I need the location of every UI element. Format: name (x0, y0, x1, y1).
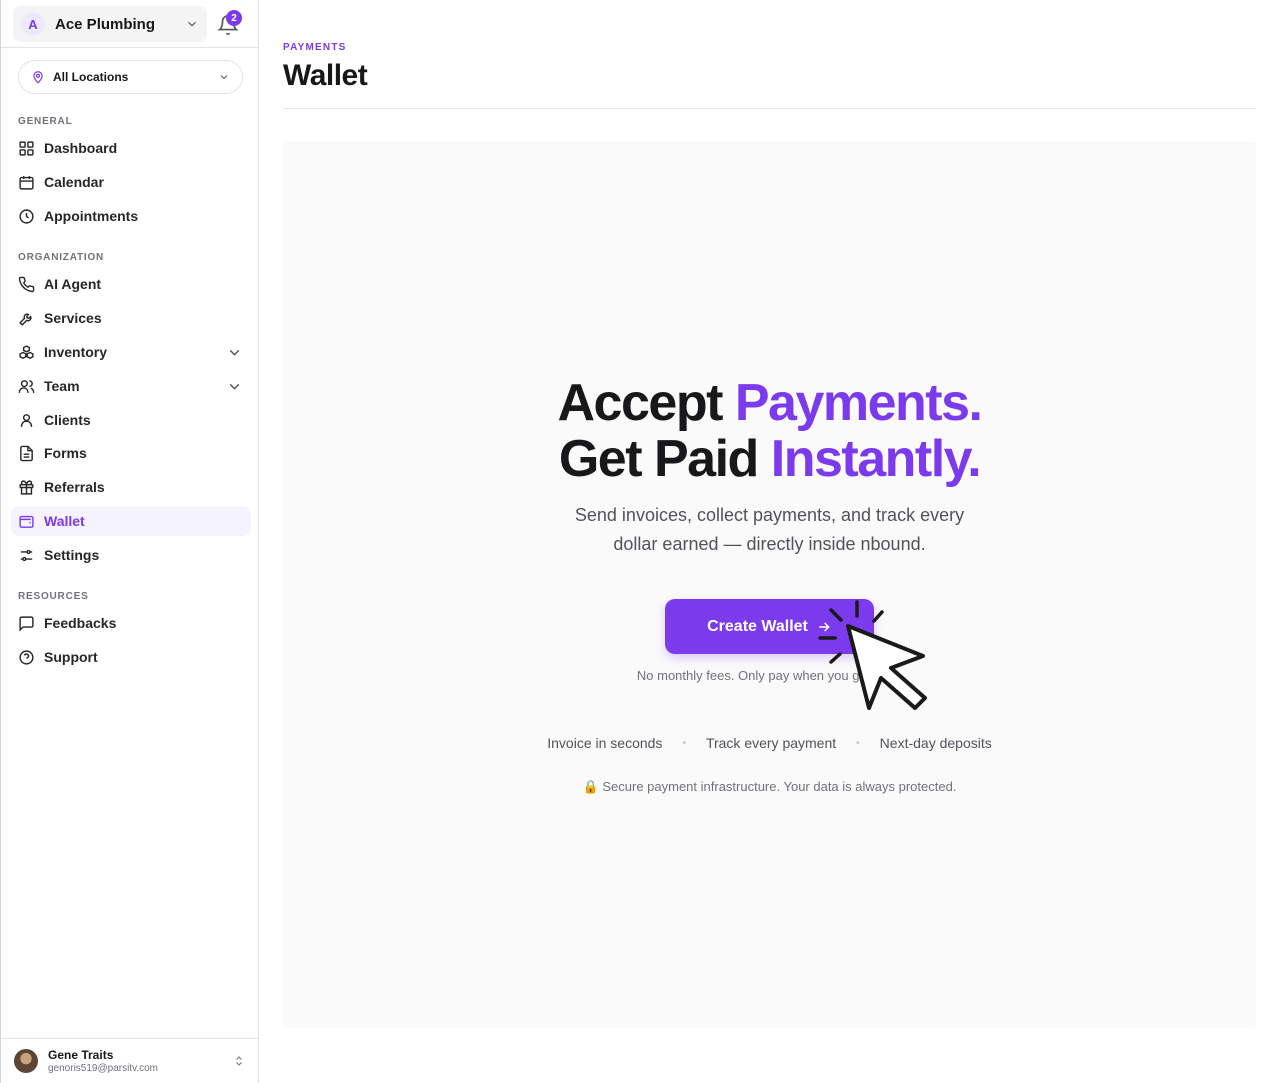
sidebar-item-label: Wallet (44, 513, 85, 529)
separator-dot: • (682, 737, 686, 749)
message-icon (19, 615, 34, 632)
subtitle-line: Send invoices, collect payments, and tra… (574, 505, 965, 525)
hero-accent-text: Instantly. (770, 430, 982, 488)
feature-item: Next-day deposits (879, 735, 992, 751)
sidebar-item-label: Settings (44, 547, 100, 563)
sidebar-item-team[interactable]: Team (11, 371, 251, 401)
button-label: Create Wallet (707, 617, 808, 635)
sidebar-item-label: Calendar (44, 174, 104, 190)
clock-icon (19, 208, 34, 224)
sidebar-item-label: Forms (44, 445, 87, 461)
sidebar-item-appointments[interactable]: Appointments (11, 201, 251, 231)
feature-list: Invoice in seconds • Track every payment… (283, 735, 1256, 751)
sidebar-item-clients[interactable]: Clients (11, 405, 251, 435)
security-text: Secure payment infrastructure. Your data… (602, 779, 957, 794)
sidebar-item-referrals[interactable]: Referrals (11, 472, 251, 502)
sidebar-item-label: Referrals (44, 479, 105, 495)
divider (283, 108, 1256, 109)
map-pin-icon (33, 71, 43, 84)
section-title-resources: RESOURCES (18, 591, 89, 602)
chevrons-up-down-icon (236, 1056, 242, 1066)
click-cursor-icon (818, 600, 927, 710)
section-title-general: GENERAL (18, 116, 73, 127)
sidebar: A Ace Plumbing 2 All Locations GENERAL D… (0, 0, 259, 1083)
document-icon (20, 445, 33, 461)
help-icon (19, 649, 34, 665)
security-note: 🔒 Secure payment infrastructure. Your da… (283, 779, 1256, 795)
sidebar-item-label: Services (44, 310, 102, 326)
calendar-icon (19, 175, 34, 190)
sidebar-item-calendar[interactable]: Calendar (11, 167, 251, 197)
sidebar-item-label: Appointments (44, 208, 139, 224)
chevron-down-icon (188, 21, 196, 27)
chevron-down-icon (220, 75, 228, 80)
feature-item: Invoice in seconds (547, 735, 663, 751)
hero-subtitle: Send invoices, collect payments, and tra… (283, 501, 1256, 559)
sidebar-item-label: Dashboard (44, 140, 118, 156)
sidebar-item-wallet[interactable]: Wallet (11, 506, 251, 536)
section-title-organization: ORGANIZATION (18, 252, 105, 263)
sidebar-item-label: AI Agent (44, 276, 102, 292)
sidebar-item-inventory[interactable]: Inventory (11, 337, 251, 367)
user-email: genoris519@parsitv.com (48, 1063, 159, 1074)
breadcrumb: PAYMENTS (283, 42, 347, 53)
location-label: All Locations (53, 70, 129, 84)
sliders-icon (20, 549, 33, 561)
app-window: A Ace Plumbing 2 All Locations GENERAL D… (0, 0, 1276, 1083)
hero-text: Get Paid (558, 430, 771, 488)
sidebar-item-support[interactable]: Support (11, 642, 251, 672)
wallet-icon (19, 515, 34, 528)
sidebar-item-settings[interactable]: Settings (11, 540, 251, 570)
chevron-down-icon[interactable] (226, 378, 243, 395)
sidebar-item-label: Feedbacks (44, 615, 117, 631)
divider (1, 47, 259, 48)
page-title: Wallet (283, 59, 368, 92)
sidebar-item-label: Inventory (44, 344, 108, 360)
sidebar-item-ai-agent[interactable]: AI Agent (11, 269, 251, 299)
user-menu[interactable]: Gene Traits genoris519@parsitv.com (1, 1038, 259, 1083)
subtitle-line: dollar earned — directly inside nbound. (613, 534, 926, 554)
dashboard-icon (19, 140, 34, 156)
hero-accent-text: Payments. (734, 374, 983, 432)
sidebar-item-label: Team (44, 378, 80, 394)
user-icon (20, 413, 33, 427)
sidebar-item-dashboard[interactable]: Dashboard (11, 133, 251, 163)
gift-icon (19, 479, 34, 495)
org-avatar: A (21, 12, 45, 36)
avatar (14, 1049, 38, 1073)
sidebar-item-forms[interactable]: Forms (11, 438, 251, 468)
wallet-empty-state: Accept Payments. Get Paid Instantly. Sen… (283, 141, 1256, 1028)
hero-text: Accept (557, 374, 735, 432)
org-switcher[interactable]: A Ace Plumbing (13, 6, 207, 42)
chevron-down-icon[interactable] (226, 344, 243, 361)
sidebar-item-services[interactable]: Services (11, 303, 251, 333)
hero-heading-line2: Get Paid Instantly. (283, 431, 1256, 487)
feature-item: Track every payment (705, 735, 837, 751)
notification-badge: 2 (226, 10, 242, 26)
sidebar-item-feedbacks[interactable]: Feedbacks (11, 608, 251, 638)
sidebar-item-label: Support (44, 649, 98, 665)
team-icon (18, 379, 35, 393)
lock-icon: 🔒 (582, 779, 599, 794)
separator-dot: • (856, 737, 860, 749)
org-name: Ace Plumbing (55, 15, 156, 33)
boxes-icon (19, 344, 34, 359)
phone-icon (18, 276, 35, 292)
hero-heading-line1: Accept Payments. (283, 375, 1256, 431)
sidebar-item-label: Clients (44, 412, 91, 428)
user-info: Gene Traits genoris519@parsitv.com (48, 1048, 233, 1074)
pricing-note: No monthly fees. Only pay when you get p… (636, 668, 903, 683)
location-select[interactable]: All Locations (18, 60, 243, 94)
user-name: Gene Traits (48, 1048, 114, 1062)
wrench-icon (19, 312, 32, 326)
